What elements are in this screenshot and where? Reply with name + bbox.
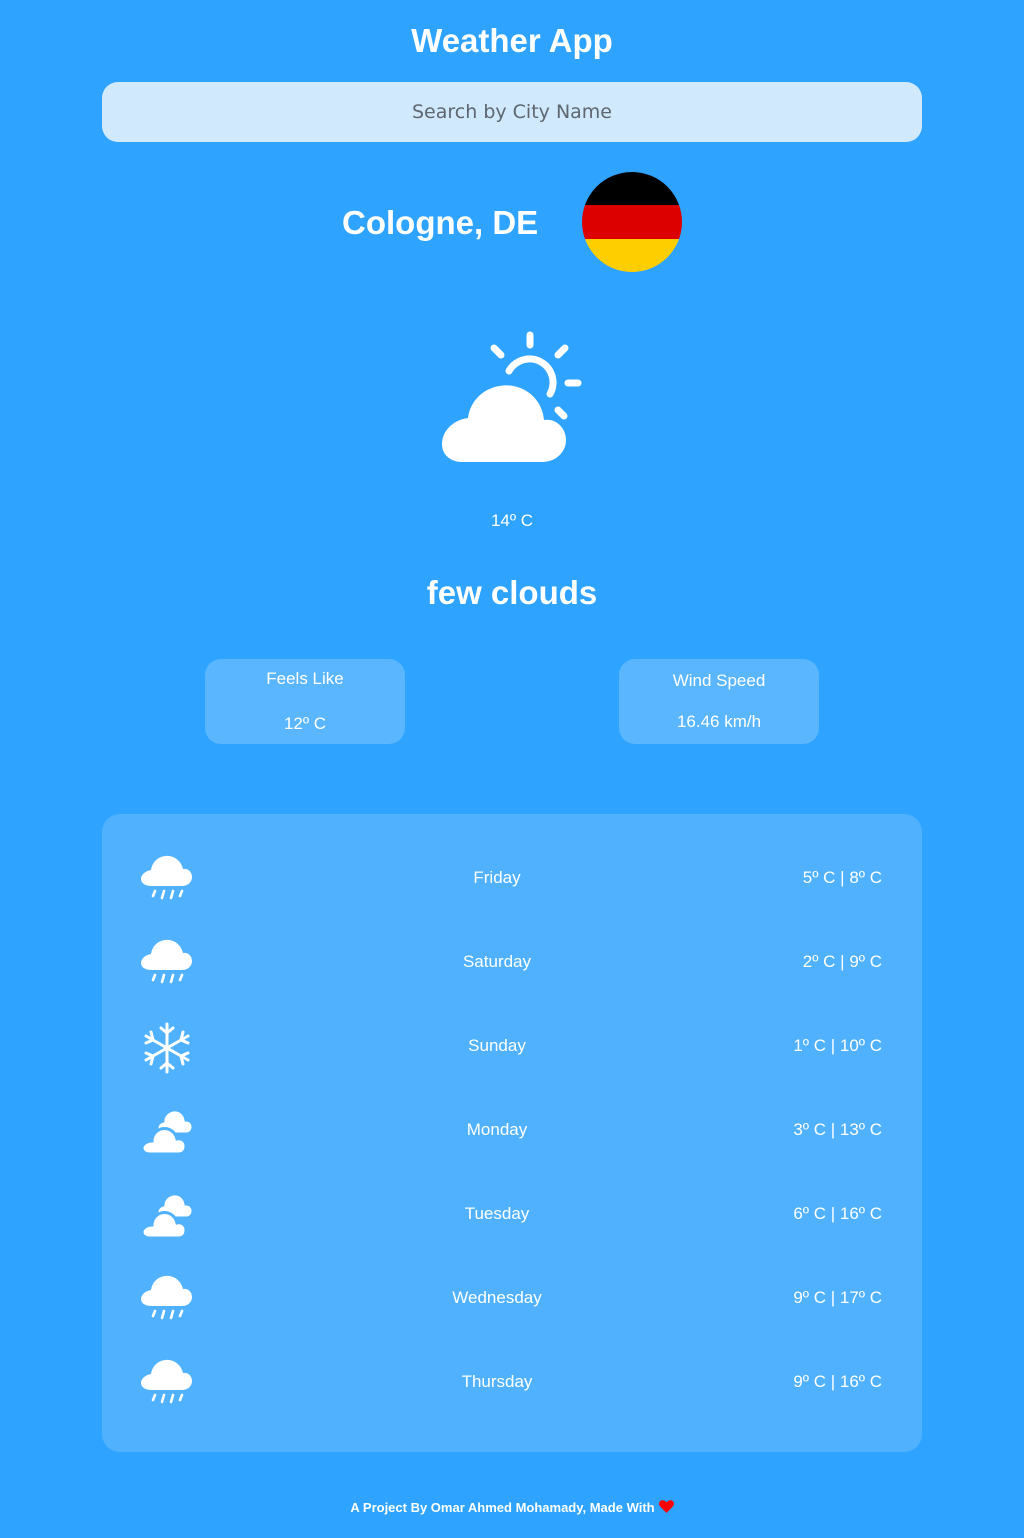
location-row: Cologne, DE bbox=[0, 172, 1024, 272]
flag-stripe-red bbox=[582, 205, 682, 239]
forecast-temps: 6º C | 16º C bbox=[793, 1204, 882, 1223]
forecast-row: Thursday 9º C | 16º C bbox=[102, 1342, 922, 1426]
rain-icon bbox=[141, 855, 192, 900]
rain-icon bbox=[141, 939, 192, 984]
forecast-day: Monday bbox=[466, 1120, 528, 1139]
forecast-day: Wednesday bbox=[452, 1288, 542, 1307]
forecast-temps: 2º C | 9º C bbox=[802, 952, 882, 971]
wind-speed-card: Wind Speed 16.46 km/h bbox=[619, 659, 819, 744]
forecast-day: Saturday bbox=[462, 952, 532, 971]
forecast-row: Tuesday 6º C | 16º C bbox=[102, 1174, 922, 1258]
forecast-row: Saturday 2º C | 9º C bbox=[102, 922, 922, 1006]
weather-app: Weather App Cologne, DE 14º C few clouds… bbox=[0, 0, 1024, 1538]
city-name: Cologne, DE bbox=[342, 204, 539, 241]
forecast-row: Sunday 1º C | 10º C bbox=[102, 1006, 922, 1090]
snow-icon bbox=[144, 1022, 190, 1074]
wind-speed-label: Wind Speed bbox=[672, 671, 766, 690]
app-title: Weather App bbox=[411, 22, 613, 59]
rain-icon bbox=[141, 1359, 192, 1404]
partly-cloudy-day-icon bbox=[437, 331, 582, 466]
forecast-row: Friday 5º C | 8º C bbox=[102, 838, 922, 922]
feels-like-label: Feels Like bbox=[266, 669, 344, 688]
forecast-temps: 9º C | 17º C bbox=[793, 1288, 882, 1307]
current-temperature: 14º C bbox=[490, 511, 534, 530]
flag-germany-icon bbox=[582, 172, 682, 272]
weather-description: few clouds bbox=[426, 574, 598, 611]
forecast-row: Wednesday 9º C | 17º C bbox=[102, 1258, 922, 1342]
cloudy-icon bbox=[140, 1192, 194, 1240]
feels-like-card: Feels Like 12º C bbox=[205, 659, 405, 744]
rain-icon bbox=[141, 1275, 192, 1320]
footer: A Project By Omar Ahmed Mohamady, Made W… bbox=[0, 1500, 1024, 1515]
forecast-temps: 1º C | 10º C bbox=[793, 1036, 882, 1055]
forecast-day: Sunday bbox=[468, 1036, 526, 1055]
forecast-panel: Friday 5º C | 8º C Saturday 2º C | 9º C bbox=[102, 814, 922, 1452]
flag-stripe-gold bbox=[582, 238, 682, 272]
flag-stripe-black bbox=[582, 172, 682, 206]
footer-text: A Project By Omar Ahmed Mohamady, Made W… bbox=[350, 1500, 655, 1515]
wind-speed-value: 16.46 km/h bbox=[676, 712, 762, 731]
feels-like-value: 12º C bbox=[283, 714, 327, 733]
forecast-row: Monday 3º C | 13º C bbox=[102, 1090, 922, 1174]
forecast-day: Thursday bbox=[461, 1372, 533, 1391]
forecast-temps: 9º C | 16º C bbox=[793, 1372, 882, 1391]
heart-icon bbox=[658, 1500, 674, 1513]
forecast-temps: 3º C | 13º C bbox=[793, 1120, 882, 1139]
forecast-day: Tuesday bbox=[464, 1204, 530, 1223]
city-search-input[interactable] bbox=[102, 82, 922, 142]
forecast-temps: 5º C | 8º C bbox=[802, 868, 882, 887]
forecast-day: Friday bbox=[473, 868, 521, 887]
cloudy-icon bbox=[140, 1108, 194, 1156]
